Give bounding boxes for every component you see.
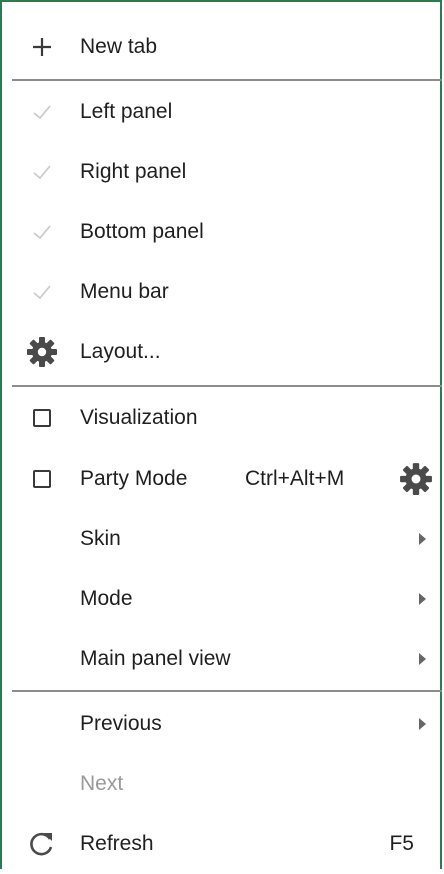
menu-separator — [12, 385, 442, 387]
menu-item-label: Skin — [80, 527, 121, 550]
menu-item-label: Menu bar — [80, 280, 169, 303]
chevron-right-icon — [419, 593, 426, 605]
refresh-icon — [26, 828, 58, 860]
menu-item-label: Bottom panel — [80, 220, 204, 243]
menu-item-refresh[interactable]: Refresh F5 — [2, 814, 442, 874]
menu-item-layout[interactable]: Layout... — [2, 322, 442, 382]
menu-item-label: Previous — [80, 712, 162, 735]
menu-item-left-panel[interactable]: Left panel — [2, 82, 442, 142]
chevron-right-icon — [419, 718, 426, 730]
menu-item-label: Refresh — [80, 832, 154, 855]
menu-item-skin[interactable]: Skin — [2, 509, 442, 569]
check-icon — [26, 156, 58, 188]
party-mode-settings-gear-icon[interactable] — [398, 461, 434, 497]
chevron-right-icon — [419, 653, 426, 665]
context-menu: New tab Left panel Right panel Bottom pa… — [0, 0, 442, 869]
menu-item-label: Left panel — [80, 100, 173, 123]
menu-item-label: Party Mode — [80, 467, 188, 490]
menu-item-label: New tab — [80, 35, 158, 58]
menu-item-label: Next — [80, 772, 124, 795]
menu-item-label: Main panel view — [80, 647, 231, 670]
gear-icon — [26, 336, 58, 368]
menu-item-main-panel-view[interactable]: Main panel view — [2, 629, 442, 689]
menu-separator — [12, 79, 442, 81]
menu-item-previous[interactable]: Previous — [2, 694, 442, 754]
shortcut-label: F5 — [389, 832, 414, 855]
check-icon — [26, 96, 58, 128]
menu-item-new-tab[interactable]: New tab — [2, 17, 442, 77]
menu-item-label: Layout... — [80, 340, 161, 363]
menu-item-party-mode[interactable]: Party Mode Ctrl+Alt+M — [2, 449, 442, 509]
menu-item-label: Mode — [80, 587, 133, 610]
checkbox-icon[interactable] — [26, 463, 58, 495]
menu-item-bottom-panel[interactable]: Bottom panel — [2, 202, 442, 262]
menu-item-mode[interactable]: Mode — [2, 569, 442, 629]
check-icon — [26, 216, 58, 248]
menu-item-label: Visualization — [80, 406, 198, 429]
checkbox-icon[interactable] — [26, 402, 58, 434]
menu-item-visualization[interactable]: Visualization — [2, 388, 442, 448]
plus-icon — [26, 31, 58, 63]
menu-item-right-panel[interactable]: Right panel — [2, 142, 442, 202]
menu-item-next: Next — [2, 754, 442, 814]
menu-separator — [12, 690, 442, 692]
shortcut-label: Ctrl+Alt+M — [245, 467, 345, 490]
chevron-right-icon — [419, 533, 426, 545]
menu-item-menu-bar[interactable]: Menu bar — [2, 262, 442, 322]
menu-item-label: Right panel — [80, 160, 187, 183]
check-icon — [26, 276, 58, 308]
